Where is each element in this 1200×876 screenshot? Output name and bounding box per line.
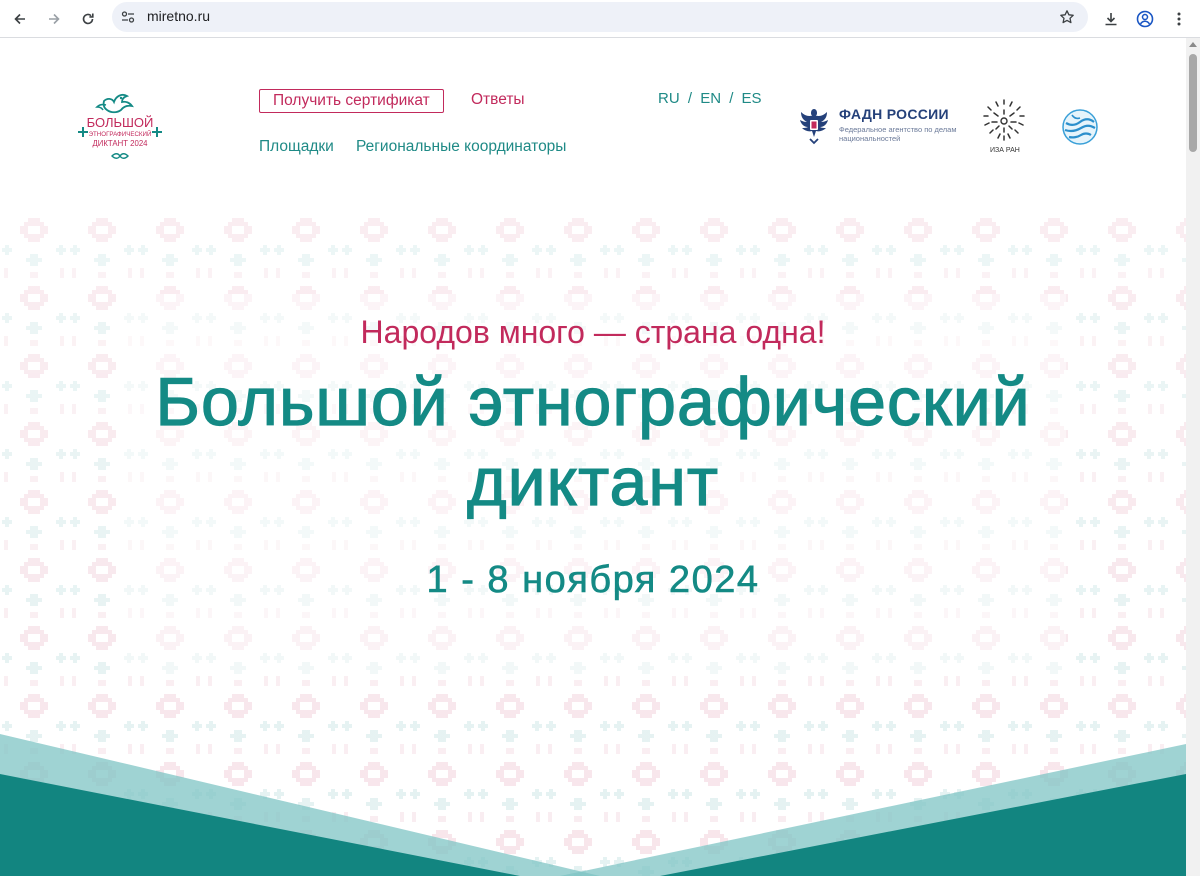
scroll-up-arrow[interactable] bbox=[1189, 42, 1197, 47]
bookmark-button[interactable] bbox=[1056, 6, 1078, 28]
reload-icon bbox=[82, 13, 94, 25]
fadn-subtitle: Федеральное агентство по делам националь… bbox=[839, 125, 957, 143]
svg-text:БОЛЬШОЙ: БОЛЬШОЙ bbox=[87, 115, 154, 130]
globe-emblem-icon bbox=[1062, 109, 1098, 145]
forward-button[interactable] bbox=[40, 5, 68, 33]
menu-button[interactable] bbox=[1165, 5, 1193, 33]
teal-wave-decoration bbox=[0, 734, 1186, 876]
answers-link[interactable]: Ответы bbox=[471, 91, 525, 109]
iza-ran-emblem-icon bbox=[983, 99, 1025, 141]
venues-link[interactable]: Площадки bbox=[259, 138, 334, 156]
page-content: БОЛЬШОЙ ЭТНОГРАФИЧЕСКИЙ ДИКТАНТ 2024 Пол… bbox=[0, 39, 1186, 876]
globe-partner-logo[interactable] bbox=[1060, 107, 1100, 147]
hero-section: Народов много — страна одна! Большой этн… bbox=[0, 214, 1186, 876]
iza-ran-label: ИЗА РАН bbox=[990, 147, 1020, 154]
address-bar[interactable]: miretno.ru bbox=[112, 2, 1088, 32]
dictation-logo-icon: БОЛЬШОЙ ЭТНОГРАФИЧЕСКИЙ ДИКТАНТ 2024 bbox=[78, 93, 162, 159]
language-switcher: RU / EN / ES bbox=[658, 90, 762, 107]
more-vertical-icon bbox=[1177, 12, 1181, 26]
back-button[interactable] bbox=[6, 5, 34, 33]
lang-es[interactable]: ES bbox=[742, 90, 762, 107]
url-text[interactable]: miretno.ru bbox=[147, 8, 210, 24]
star-icon bbox=[1060, 10, 1074, 24]
lang-en[interactable]: EN bbox=[700, 90, 721, 107]
downloads-button[interactable] bbox=[1097, 5, 1125, 33]
site-logo[interactable]: БОЛЬШОЙ ЭТНОГРАФИЧЕСКИЙ ДИКТАНТ 2024 bbox=[74, 87, 166, 169]
fadn-title: ФАДН РОССИИ bbox=[839, 106, 949, 122]
download-icon bbox=[1105, 13, 1117, 26]
fadn-partner-logo[interactable]: ФАДН РОССИИ Федеральное агентство по дел… bbox=[793, 103, 957, 147]
lang-ru[interactable]: RU bbox=[658, 90, 680, 107]
profile-button[interactable] bbox=[1131, 5, 1159, 33]
reload-button[interactable] bbox=[74, 5, 102, 33]
site-settings-icon[interactable] bbox=[120, 9, 136, 25]
svg-text:ЭТНОГРАФИЧЕСКИЙ: ЭТНОГРАФИЧЕСКИЙ bbox=[89, 130, 152, 138]
arrow-right-icon bbox=[49, 13, 60, 25]
page-scrollbar[interactable] bbox=[1186, 38, 1200, 876]
iza-ran-partner-logo[interactable]: ИЗА РАН bbox=[976, 97, 1032, 157]
lang-separator: / bbox=[687, 90, 693, 107]
arrow-left-icon bbox=[14, 13, 25, 25]
browser-toolbar: miretno.ru bbox=[0, 0, 1200, 38]
get-certificate-button[interactable]: Получить сертификат bbox=[259, 89, 444, 113]
double-eagle-emblem-icon bbox=[800, 109, 828, 145]
scrollbar-thumb[interactable] bbox=[1189, 54, 1197, 152]
regional-coordinators-link[interactable]: Региональные координаторы bbox=[356, 138, 566, 156]
lang-separator: / bbox=[729, 90, 734, 107]
account-icon bbox=[1136, 10, 1154, 28]
svg-text:ДИКТАНТ 2024: ДИКТАНТ 2024 bbox=[92, 139, 148, 148]
